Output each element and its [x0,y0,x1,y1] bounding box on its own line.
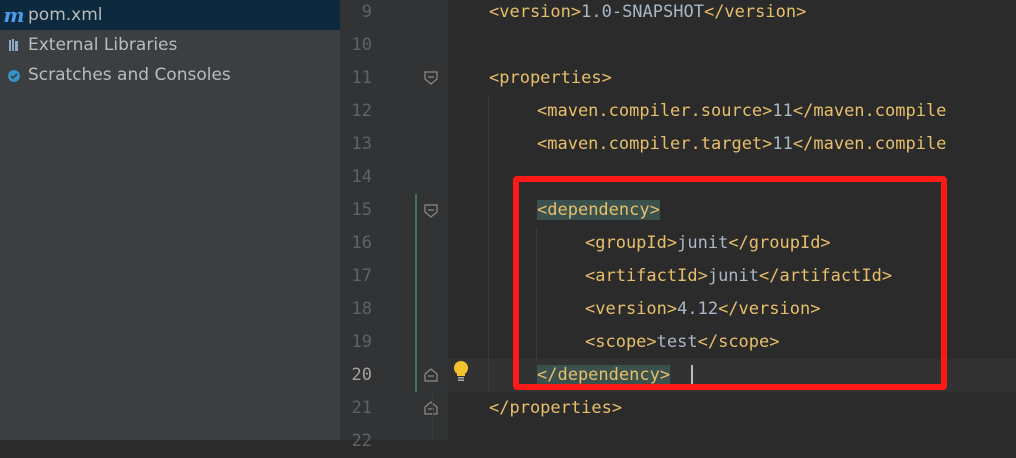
line-number: 9 [361,2,372,22]
tree-item-label: Scratches and Consoles [28,65,231,85]
xml-tag: </version> [703,2,807,22]
line-number: 13 [351,134,372,154]
xml-tag: <version> [489,2,582,22]
line-number: 16 [351,233,372,253]
tree-item-scratches[interactable]: Scratches and Consoles [0,60,340,90]
code-line-21: </properties> [489,392,622,425]
line-number: 12 [351,101,372,121]
xml-text: 11 [772,134,793,154]
line-number: 21 [351,398,372,418]
line-number: 18 [351,299,372,319]
tree-item-label: pom.xml [28,5,103,25]
line-number: 17 [351,266,372,286]
fold-marker-icon[interactable] [424,71,438,85]
code-line-13: <maven.compiler.target>11</maven.compile [537,128,946,161]
line-number: 19 [351,332,372,352]
project-panel: m pom.xml External Libraries Scratches a… [0,0,340,440]
maven-m-icon: m [3,3,25,27]
tree-item-external-libraries[interactable]: External Libraries [0,30,340,60]
indent-guide [488,95,489,392]
xml-tag: </maven.compile [792,101,947,121]
line-number: 11 [351,68,372,88]
tree-item-pom-xml[interactable]: m pom.xml [0,0,340,30]
code-line-9: <version>1.0-SNAPSHOT</version> [489,0,806,29]
xml-tag: <properties> [489,68,612,88]
xml-tag: <maven.compiler.target> [537,134,773,154]
code-line-11: <properties> [489,62,612,95]
fold-marker-icon[interactable] [424,204,438,218]
vcs-change-marker[interactable] [415,194,417,392]
lightbulb-icon[interactable] [452,360,470,382]
line-number: 10 [351,35,372,55]
line-number: 14 [351,167,372,187]
xml-tag: <maven.compiler.source> [537,101,773,121]
code-line-12: <maven.compiler.source>11</maven.compile [537,95,946,128]
xml-tag: </properties> [489,398,623,418]
tree-item-label: External Libraries [28,35,178,55]
annotation-highlight-box [513,176,947,390]
library-icon [2,37,26,53]
indent-guide [432,392,433,440]
fold-end-marker-icon[interactable] [424,401,438,415]
line-number-current: 20 [351,365,372,385]
fold-end-marker-icon[interactable] [424,368,438,382]
line-number: 15 [351,200,372,220]
scratches-icon [2,67,26,83]
xml-text: 11 [772,101,793,121]
xml-tag: </maven.compile [792,134,947,154]
xml-text: 1.0-SNAPSHOT [581,2,704,22]
line-number: 22 [351,431,372,451]
